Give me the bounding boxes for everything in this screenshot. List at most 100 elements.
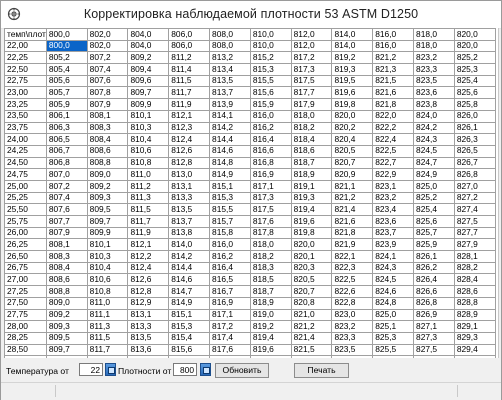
grid-cell[interactable]: 814,6 (168, 273, 211, 287)
grid-cell[interactable]: 824,0 (413, 109, 455, 123)
grid-cell[interactable]: 815,2 (249, 51, 292, 65)
grid-cell[interactable]: 821,2 (331, 191, 374, 205)
grid-cell[interactable]: 817,5 (290, 74, 333, 88)
grid-cell[interactable]: 824,5 (372, 273, 415, 287)
grid-cell[interactable]: 820,0 (453, 39, 496, 53)
grid-cell[interactable]: 829,1 (453, 320, 496, 333)
grid-cell[interactable]: 811,3 (86, 320, 129, 333)
grid-cell[interactable]: 824,5 (413, 144, 455, 158)
temperature-row-header[interactable]: 23,00 (4, 86, 47, 100)
update-button[interactable]: Обновить (215, 363, 269, 378)
temperature-row-header[interactable]: 28,00 (4, 320, 47, 333)
grid-cell[interactable]: 816,9 (249, 168, 292, 181)
grid-cell[interactable]: 819,1 (290, 179, 333, 193)
grid-cell[interactable]: 823,0 (331, 308, 374, 322)
grid-cell[interactable]: 821,0 (290, 308, 333, 322)
grid-cell[interactable]: 815,5 (209, 203, 251, 216)
grid-cell[interactable]: 818,0 (290, 109, 333, 123)
grid-cell[interactable]: 807,8 (86, 86, 129, 100)
grid-cell[interactable]: 826,2 (413, 261, 455, 275)
grid-cell[interactable]: 824,3 (372, 261, 415, 275)
temperature-row-header[interactable]: 26,50 (4, 250, 47, 263)
grid-cell[interactable]: 821,4 (331, 203, 374, 216)
grid-cell[interactable]: 828,1 (453, 250, 496, 263)
grid-cell[interactable]: 819,3 (290, 191, 333, 205)
grid-cell[interactable]: 823,1 (372, 179, 415, 193)
grid-cell[interactable]: 819,6 (331, 86, 374, 100)
grid-cell[interactable]: 821,4 (290, 331, 333, 345)
grid-cell[interactable]: 827,9 (453, 238, 496, 252)
grid-cell[interactable]: 828,8 (453, 296, 496, 310)
grid-cell[interactable]: 808,4 (45, 261, 88, 275)
grid-cell[interactable]: 808,3 (86, 121, 129, 135)
grid-cell[interactable]: 809,2 (86, 179, 129, 193)
grid-cell[interactable]: 808,8 (86, 156, 129, 170)
grid-cell[interactable]: 817,1 (249, 179, 292, 193)
grid-cell[interactable]: 819,8 (331, 98, 374, 111)
grid-cell[interactable]: 813,2 (209, 51, 251, 65)
density-column-header[interactable]: 816,0 (372, 28, 415, 41)
grid-cell[interactable]: 827,4 (453, 203, 496, 216)
grid-cell[interactable]: 825,7 (413, 226, 455, 240)
grid-cell[interactable]: 811,4 (168, 63, 211, 76)
grid-cell[interactable]: 822,7 (372, 156, 415, 170)
grid-cell[interactable]: 817,6 (249, 215, 292, 228)
temperature-row-header[interactable]: 24,00 (4, 133, 47, 146)
grid-cell[interactable]: 806,5 (45, 133, 88, 146)
temperature-row-header[interactable]: 26,75 (4, 261, 47, 275)
grid-cell[interactable]: 809,7 (127, 86, 170, 100)
grid-cell[interactable]: 816,2 (209, 250, 251, 263)
grid-cell[interactable]: 821,1 (331, 179, 374, 193)
grid-cell[interactable]: 807,6 (86, 74, 129, 88)
grid-cell[interactable]: 815,3 (249, 63, 292, 76)
grid-cell[interactable]: 826,0 (453, 109, 496, 123)
grid-cell[interactable]: 811,9 (168, 98, 211, 111)
grid-cell[interactable]: 813,8 (168, 226, 211, 240)
density-grid[interactable]: темп\плот 800,0 802,0 804,0 806,0 808,0 810,0 8… (4, 28, 496, 358)
grid-cell[interactable]: 820,7 (331, 156, 374, 170)
grid-cell[interactable]: 813,7 (168, 215, 211, 228)
grid-cell[interactable]: 800,0 (45, 39, 88, 53)
grid-cell[interactable]: 812,4 (127, 261, 170, 275)
grid-cell[interactable]: 807,6 (45, 203, 88, 216)
grid-cell[interactable]: 822,4 (372, 133, 415, 146)
print-button[interactable]: Печать (294, 363, 349, 378)
grid-cell[interactable]: 824,2 (413, 121, 455, 135)
temperature-input[interactable]: 22 (79, 363, 103, 376)
grid-cell[interactable]: 821,5 (372, 74, 415, 88)
temperature-row-header[interactable]: 22,75 (4, 74, 47, 88)
temperature-row-header[interactable]: 24,50 (4, 156, 47, 170)
temperature-row-header[interactable]: 22,50 (4, 63, 47, 76)
density-column-header[interactable]: 810,0 (249, 28, 292, 41)
grid-cell[interactable]: 809,9 (127, 98, 170, 111)
grid-cell[interactable]: 815,4 (168, 331, 211, 345)
grid-cell[interactable]: 826,4 (413, 273, 455, 287)
density-column-header[interactable]: 820,0 (453, 28, 496, 41)
grid-cell[interactable]: 817,4 (209, 331, 251, 345)
grid-cell[interactable]: 816,0 (209, 238, 251, 252)
grid-cell[interactable]: 821,9 (331, 238, 374, 252)
grid-cell[interactable]: 821,5 (290, 343, 333, 357)
grid-cell[interactable]: 817,2 (209, 320, 251, 333)
grid-cell[interactable]: 807,4 (86, 63, 129, 76)
temperature-row-header[interactable]: 22,25 (4, 51, 47, 65)
temperature-row-header[interactable]: 28,50 (4, 343, 47, 357)
grid-cell[interactable]: 825,1 (372, 320, 415, 333)
grid-cell[interactable]: 826,1 (453, 121, 496, 135)
grid-cell[interactable]: 812,4 (168, 133, 211, 146)
grid-cell[interactable]: 825,2 (453, 51, 496, 65)
grid-cell[interactable]: 826,8 (413, 296, 455, 310)
grid-cell[interactable]: 808,8 (45, 285, 88, 298)
grid-cell[interactable]: 816,4 (209, 261, 251, 275)
grid-cell[interactable]: 813,6 (127, 343, 170, 357)
grid-cell[interactable]: 811,5 (168, 74, 211, 88)
grid-cell[interactable]: 814,6 (209, 144, 251, 158)
grid-cell[interactable]: 818,4 (290, 133, 333, 146)
grid-cell[interactable]: 807,9 (86, 98, 129, 111)
temperature-row-header[interactable]: 27,00 (4, 273, 47, 287)
grid-cell[interactable]: 810,1 (127, 109, 170, 123)
grid-cell[interactable]: 809,3 (86, 191, 129, 205)
grid-cell[interactable]: 822,6 (331, 285, 374, 298)
grid-cell[interactable]: 829,3 (453, 331, 496, 345)
grid-cell[interactable]: 811,9 (127, 226, 170, 240)
